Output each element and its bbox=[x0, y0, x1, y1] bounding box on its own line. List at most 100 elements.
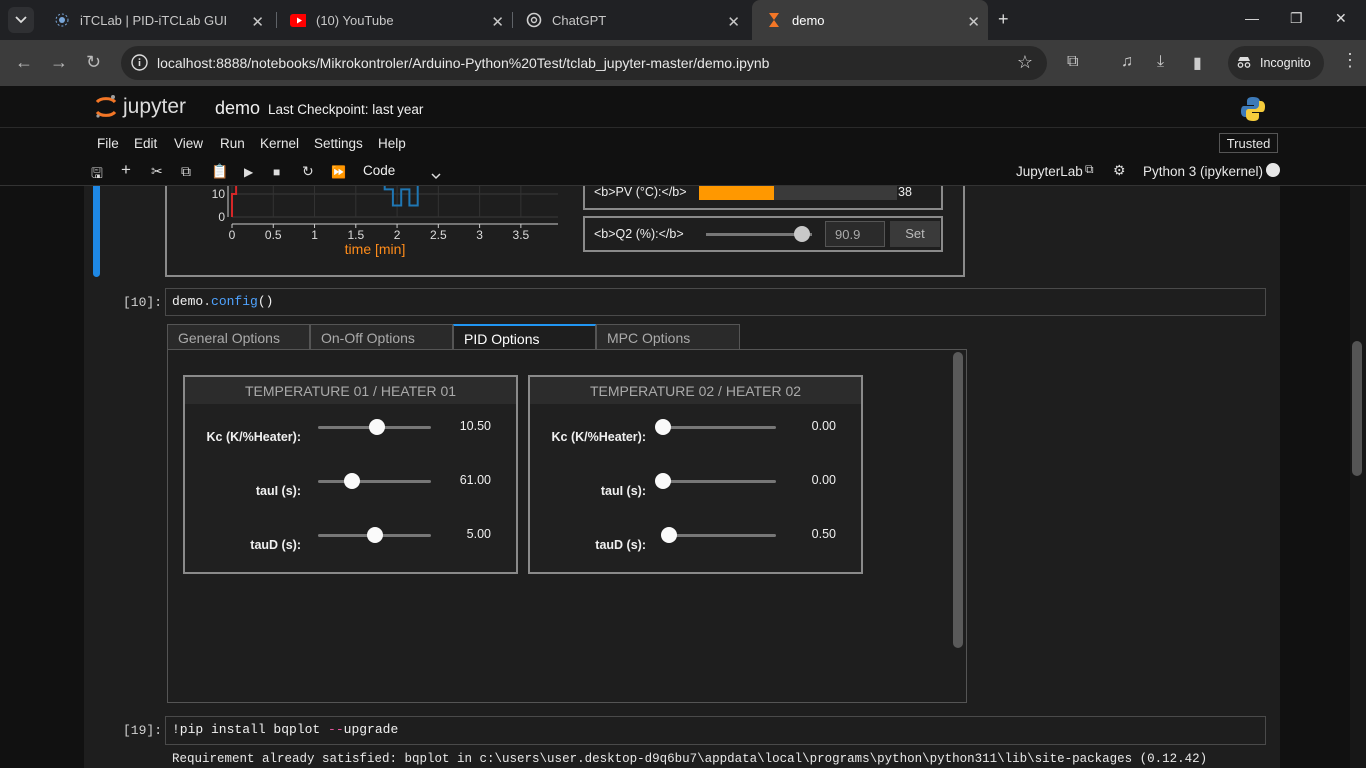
browser-tab-demo[interactable]: demo ✕ bbox=[752, 0, 988, 40]
pid-param-value: 10.50 bbox=[459, 419, 491, 433]
tab-pid-options[interactable]: PID Options bbox=[453, 324, 596, 350]
plot-x-tick-label: 3 bbox=[476, 228, 483, 242]
menu-view[interactable]: View bbox=[174, 136, 203, 151]
panel-scrollbar[interactable] bbox=[953, 352, 963, 648]
browser-tab-itclab[interactable]: iTCLab | PID-iTCLab GUI ✕ bbox=[40, 0, 272, 40]
kernel-name[interactable]: Python 3 (ipykernel) bbox=[1143, 164, 1263, 179]
itclab-icon bbox=[54, 12, 70, 28]
menu-kernel[interactable]: Kernel bbox=[260, 136, 299, 151]
pid-slider-track[interactable] bbox=[318, 480, 431, 483]
code-command: !pip install bqplot bbox=[172, 722, 329, 737]
chevron-down-icon[interactable] bbox=[431, 167, 441, 185]
menu-settings[interactable]: Settings bbox=[314, 136, 363, 151]
plot-series-line bbox=[231, 186, 238, 217]
menu-help[interactable]: Help bbox=[378, 136, 406, 151]
address-bar[interactable]: localhost:8888/notebooks/Mikrokontroler/… bbox=[121, 46, 1047, 80]
trusted-indicator[interactable]: Trusted bbox=[1219, 133, 1278, 153]
set-button[interactable]: Set bbox=[890, 221, 940, 247]
save-icon[interactable]: 🖫 bbox=[91, 163, 103, 187]
pid-slider-handle[interactable] bbox=[343, 473, 360, 489]
close-tab-icon[interactable]: ✕ bbox=[727, 13, 740, 31]
q2-slider-handle[interactable] bbox=[794, 226, 811, 242]
browser-tab-chatgpt[interactable]: ChatGPT ✕ bbox=[512, 0, 748, 40]
tab-title: ChatGPT bbox=[552, 12, 607, 28]
url-text: localhost:8888/notebooks/Mikrokontroler/… bbox=[157, 55, 770, 71]
restart-icon[interactable]: ↻ bbox=[302, 163, 314, 180]
pid-slider-track[interactable] bbox=[663, 480, 776, 483]
pid-slider-track[interactable] bbox=[663, 426, 776, 429]
pid-slider-handle[interactable] bbox=[660, 527, 677, 543]
forward-arrow-icon[interactable]: → bbox=[50, 52, 68, 72]
tab-on-off-options[interactable]: On-Off Options bbox=[310, 324, 453, 350]
menu-edit[interactable]: Edit bbox=[134, 136, 157, 151]
copy-icon[interactable]: ⧉ bbox=[181, 163, 191, 180]
more-menu-icon[interactable]: ⋮ bbox=[1341, 50, 1359, 71]
gear-icon[interactable]: ⚙ bbox=[1113, 162, 1126, 179]
q2-value-input[interactable] bbox=[825, 221, 885, 247]
close-tab-icon[interactable]: ✕ bbox=[967, 13, 980, 31]
hourglass-icon bbox=[766, 12, 782, 28]
temperature-plot: 0 0.5 1 1.5 2 2.5 3 3.5 10 0 time [min] bbox=[212, 186, 558, 257]
tab-mpc-options[interactable]: MPC Options bbox=[596, 324, 740, 350]
incognito-badge[interactable]: Incognito bbox=[1228, 46, 1324, 80]
code-cell-pip[interactable]: !pip install bqplot --upgrade bbox=[165, 716, 1266, 745]
tab-search-button[interactable] bbox=[8, 7, 34, 33]
plot-x-tick-label: 0.5 bbox=[265, 228, 282, 242]
cell-type-select[interactable]: Code bbox=[363, 163, 395, 178]
plot-x-tick-label: 1.5 bbox=[347, 228, 364, 242]
bookmark-star-icon[interactable]: ☆ bbox=[1017, 52, 1033, 73]
q2-widget: <b>Q2 (%):</b> Set bbox=[583, 216, 943, 252]
code-cell-config[interactable]: demo.config() bbox=[165, 288, 1266, 316]
menu-file[interactable]: File bbox=[97, 136, 119, 151]
side-panel-icon[interactable]: ▮ bbox=[1193, 53, 1202, 73]
notebook-name[interactable]: demo bbox=[215, 98, 260, 119]
pid-slider-handle[interactable] bbox=[655, 419, 671, 435]
jupyter-logo-icon[interactable] bbox=[94, 94, 118, 125]
browser-tab-youtube[interactable]: (10) YouTube ✕ bbox=[276, 0, 512, 40]
paste-icon[interactable]: 📋 bbox=[211, 163, 228, 180]
code-args: () bbox=[257, 294, 274, 309]
jupyterlab-link[interactable]: JupyterLab bbox=[1016, 164, 1083, 179]
jupyter-wordmark: jupyter bbox=[123, 95, 187, 118]
pid-param-value: 0.50 bbox=[811, 527, 836, 541]
python-logo-icon bbox=[1240, 96, 1266, 127]
media-control-icon[interactable]: ♫ bbox=[1121, 53, 1133, 71]
menu-run[interactable]: Run bbox=[220, 136, 245, 151]
close-tab-icon[interactable]: ✕ bbox=[251, 13, 264, 31]
fast-forward-icon[interactable]: ⏩ bbox=[331, 165, 346, 179]
page-scrollbar-thumb[interactable] bbox=[1352, 341, 1362, 476]
pid-param-value: 5.00 bbox=[466, 527, 491, 541]
tab-title: demo bbox=[792, 12, 825, 28]
pid-heater-01-box: TEMPERATURE 01 / HEATER 01 Kc (K/%Heater… bbox=[183, 375, 518, 574]
close-tab-icon[interactable]: ✕ bbox=[491, 13, 504, 31]
back-arrow-icon[interactable]: ← bbox=[15, 52, 33, 72]
add-cell-icon[interactable]: + bbox=[121, 160, 131, 180]
close-window-icon[interactable]: ✕ bbox=[1335, 10, 1347, 27]
new-tab-icon[interactable]: + bbox=[998, 9, 1009, 30]
minimize-icon[interactable]: — bbox=[1245, 10, 1259, 26]
stop-icon[interactable]: ■ bbox=[273, 165, 280, 179]
pid-slider-handle[interactable] bbox=[655, 473, 671, 489]
cut-icon[interactable]: ✂ bbox=[151, 163, 163, 180]
pv-widget: <b>PV (°C):</b> 38 bbox=[583, 186, 943, 210]
site-info-icon[interactable] bbox=[131, 54, 148, 76]
extensions-icon[interactable]: ⧉ bbox=[1067, 53, 1078, 71]
reload-icon[interactable]: ↻ bbox=[86, 52, 101, 72]
run-icon[interactable]: ▶ bbox=[244, 165, 253, 179]
pid-param-value: 61.00 bbox=[459, 473, 491, 487]
pid-slider-handle[interactable] bbox=[368, 419, 385, 435]
pid-heater-02-title: TEMPERATURE 02 / HEATER 02 bbox=[530, 377, 861, 404]
plot-x-tick-label: 0 bbox=[229, 228, 236, 242]
pid-heater-01-title: TEMPERATURE 01 / HEATER 01 bbox=[185, 377, 516, 404]
tab-general-options[interactable]: General Options bbox=[167, 324, 310, 350]
code-flag-name: upgrade bbox=[343, 722, 399, 737]
pid-slider-track[interactable] bbox=[663, 534, 776, 537]
cell-output: Requirement already satisfied: bqplot in… bbox=[172, 752, 1208, 766]
restore-icon[interactable]: ❐ bbox=[1290, 10, 1303, 27]
page-scrollbar[interactable] bbox=[1350, 186, 1366, 768]
download-icon[interactable]: ⤓ bbox=[1157, 53, 1164, 71]
pid-slider-handle[interactable] bbox=[366, 527, 383, 543]
cell-prompt: [19]: bbox=[123, 723, 163, 738]
plot-series-line bbox=[383, 186, 419, 207]
external-link-icon[interactable]: ⧉ bbox=[1085, 162, 1094, 177]
